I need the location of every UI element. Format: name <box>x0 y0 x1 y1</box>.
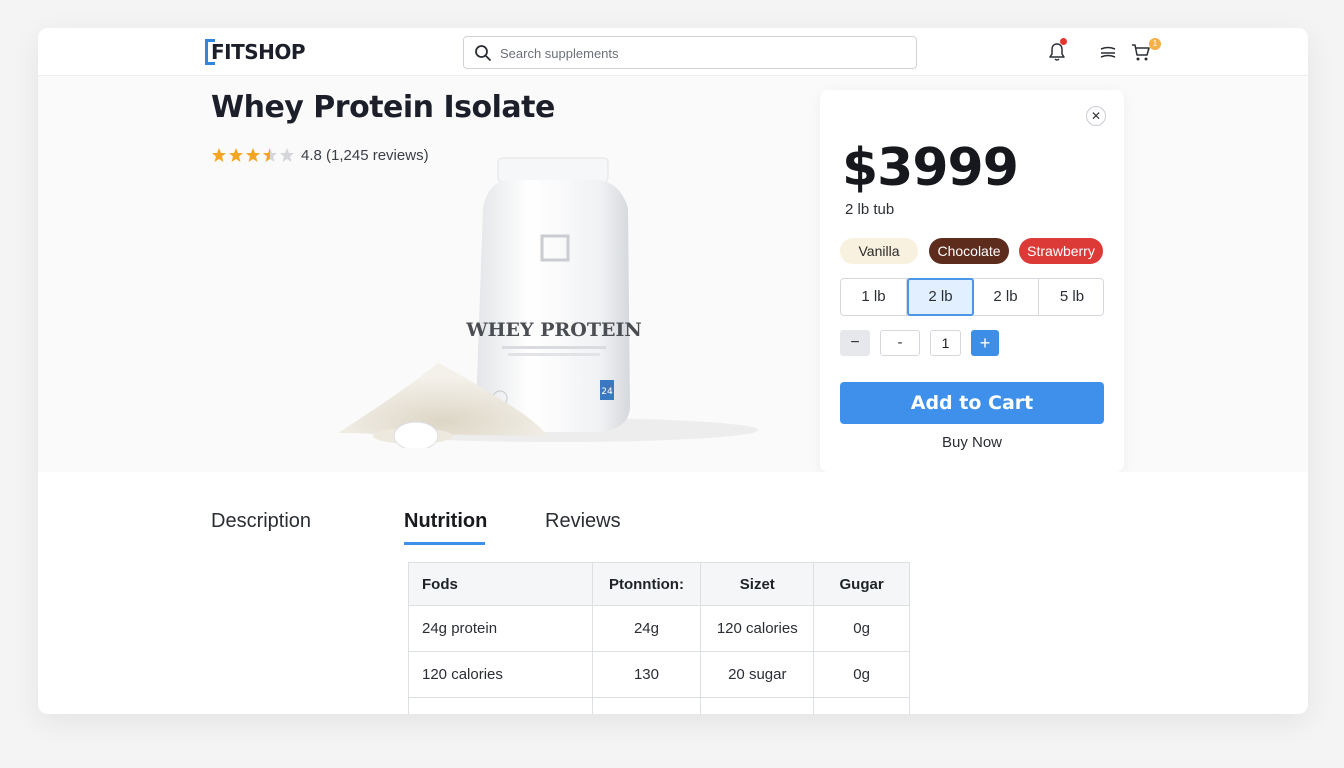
table-cell <box>591 697 702 714</box>
purchase-panel: ✕ $3999 2 lb tub Vanilla Chocolate Straw… <box>820 90 1124 472</box>
quantity-increase-button[interactable]: + <box>971 330 999 356</box>
quantity-decrease-button[interactable]: − <box>840 330 870 356</box>
table-row: 24g protein 24g 120 calories 0g <box>408 605 910 652</box>
search-icon <box>475 45 491 61</box>
size-option[interactable]: 1 lb <box>841 279 907 315</box>
table-row-partial <box>408 697 910 714</box>
rating-stars <box>211 147 295 163</box>
star-half-icon <box>263 148 277 162</box>
plus-icon: + <box>979 333 991 353</box>
table-cell: 24g <box>591 605 702 652</box>
active-tab-indicator <box>404 542 485 545</box>
star-full-icon <box>246 148 260 162</box>
size-options: 1 lb 2 lb 2 lb 5 lb <box>840 278 1104 316</box>
table-cell <box>700 697 815 714</box>
table-cell: 120 calories <box>408 651 593 698</box>
logo-text: FITSHOP <box>211 40 306 64</box>
product-image[interactable]: WHEY PROTEIN 24 <box>298 148 778 448</box>
tab-nutrition[interactable]: Nutrition <box>404 510 487 533</box>
table-row: 120 calories 130 20 sugar 0g <box>408 651 910 698</box>
star-full-icon <box>229 148 243 162</box>
size-option-selected[interactable]: 2 lb <box>907 278 974 316</box>
add-to-cart-button[interactable]: Add to Cart <box>840 382 1104 424</box>
star-full-icon <box>212 148 226 162</box>
flavor-strawberry[interactable]: Strawberry <box>1019 238 1103 264</box>
menu-icon[interactable] <box>1097 41 1119 63</box>
details-section: Description Nutrition Reviews Fods Ptonn… <box>38 472 1308 714</box>
column-header: Fods <box>408 562 593 606</box>
table-cell: 24g protein <box>408 605 593 652</box>
table-cell: 120 calories <box>700 605 815 652</box>
search-bar[interactable] <box>463 36 917 69</box>
flavor-vanilla[interactable]: Vanilla <box>840 238 918 264</box>
table-cell: 0g <box>813 605 910 652</box>
column-header: Sizet <box>700 562 815 606</box>
table-header-row: Fods Ptonntion: Sizet Gugar <box>408 562 910 606</box>
fitshop-logo[interactable]: FITSHOP <box>205 38 306 66</box>
table-cell: 130 <box>591 651 702 698</box>
table-cell <box>813 697 910 714</box>
nutrition-table: Fods Ptonntion: Sizet Gugar 24g protein … <box>408 562 910 714</box>
product-price: $3999 <box>842 138 1019 198</box>
size-label: 2 lb tub <box>845 201 895 218</box>
flavor-chocolate[interactable]: Chocolate <box>929 238 1009 264</box>
top-header: FITSHOP 1 <box>38 28 1308 76</box>
buy-now-link[interactable]: Buy Now <box>840 434 1104 454</box>
product-image-label: WHEY PROTEIN <box>465 319 641 341</box>
product-image-badge: 24 <box>601 387 613 397</box>
tab-description[interactable]: Description <box>211 510 311 533</box>
table-cell: 0g <box>813 651 910 698</box>
page-frame: FITSHOP 1 Whey Protein Isolate <box>38 28 1308 714</box>
table-cell <box>408 697 593 714</box>
quantity-input[interactable]: 1 <box>930 330 961 356</box>
notification-dot <box>1060 38 1067 45</box>
quantity-minus-button[interactable]: - <box>880 330 920 356</box>
minus-icon: − <box>850 334 860 351</box>
close-button[interactable]: ✕ <box>1086 106 1106 126</box>
product-title: Whey Protein Isolate <box>211 90 555 125</box>
search-input[interactable] <box>500 42 900 64</box>
tab-reviews[interactable]: Reviews <box>545 510 621 533</box>
size-option[interactable]: 2 lb <box>973 279 1039 315</box>
cart-count-badge: 1 <box>1149 38 1161 50</box>
close-icon: ✕ <box>1090 109 1102 123</box>
column-header: Ptonntion: <box>591 562 702 606</box>
table-cell: 20 sugar <box>700 651 815 698</box>
star-empty-icon <box>280 148 294 162</box>
column-header: Gugar <box>813 562 910 606</box>
size-option[interactable]: 5 lb <box>1039 279 1105 315</box>
